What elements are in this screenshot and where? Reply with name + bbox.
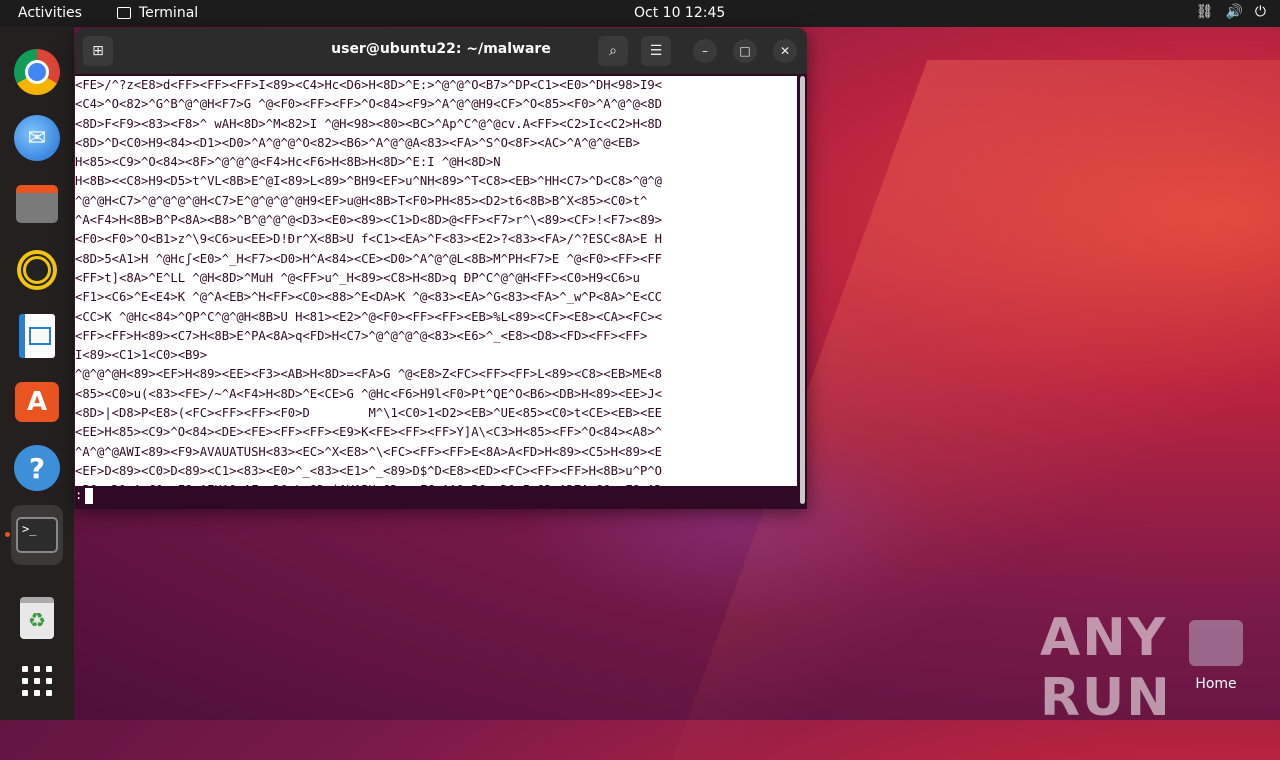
app-center-icon: A bbox=[15, 382, 59, 422]
rhythmbox-icon bbox=[17, 250, 57, 290]
title-bar[interactable]: ⊞ user@ubuntu22: ~/malware ⌕ ☰ – □ ✕ bbox=[75, 28, 807, 74]
dock-chrome[interactable] bbox=[11, 46, 63, 98]
writer-icon bbox=[19, 314, 55, 358]
app-menu[interactable]: Terminal bbox=[117, 5, 198, 21]
trash-icon: ♻ bbox=[20, 597, 54, 639]
hamburger-icon: ☰ bbox=[649, 43, 663, 59]
home-label: Home bbox=[1195, 676, 1237, 692]
thunderbird-icon: ✉ bbox=[14, 115, 60, 161]
prompt-text: : bbox=[75, 488, 83, 502]
terminal-app-icon bbox=[117, 7, 131, 19]
menu-button[interactable]: ☰ bbox=[641, 36, 671, 66]
app-menu-label: Terminal bbox=[139, 5, 199, 21]
dock: ✉ A ? >_ ♻ bbox=[0, 27, 74, 720]
minimize-icon: – bbox=[702, 44, 708, 58]
minimize-button[interactable]: – bbox=[693, 39, 717, 63]
power-icon[interactable]: ⏻ bbox=[1255, 4, 1266, 20]
home-folder-icon bbox=[1189, 620, 1243, 666]
terminal-prompt[interactable]: : bbox=[75, 486, 797, 506]
volume-icon[interactable]: 🔊 bbox=[1225, 4, 1242, 20]
dock-app-center[interactable]: A bbox=[11, 376, 63, 428]
dock-thunderbird[interactable]: ✉ bbox=[11, 112, 63, 164]
scrollbar[interactable] bbox=[800, 76, 805, 504]
maximize-icon: □ bbox=[739, 44, 751, 58]
search-icon: ⌕ bbox=[609, 43, 617, 59]
running-indicator bbox=[5, 532, 10, 537]
text-cursor bbox=[85, 487, 94, 504]
terminal-body[interactable]: <FE>/^?z<E8>d<FF><FF><FF>I<89><C4>Hc<D6>… bbox=[75, 74, 807, 509]
clock[interactable]: Oct 10 12:45 bbox=[634, 5, 725, 21]
dock-writer[interactable] bbox=[11, 310, 63, 362]
system-tray[interactable]: ⛓ 🔊 ⏻ bbox=[1196, 4, 1266, 20]
chrome-icon bbox=[14, 49, 60, 95]
close-button[interactable]: ✕ bbox=[773, 39, 797, 63]
help-icon: ? bbox=[14, 445, 60, 491]
dock-trash[interactable]: ♻ bbox=[11, 592, 63, 644]
dock-files[interactable] bbox=[11, 178, 63, 230]
dock-help[interactable]: ? bbox=[11, 442, 63, 494]
terminal-output: <FE>/^?z<E8>d<FF><FF><FF>I<89><C4>Hc<D6>… bbox=[75, 76, 797, 506]
desktop-home-icon[interactable]: Home bbox=[1186, 620, 1246, 692]
show-apps-icon bbox=[22, 666, 52, 696]
terminal-window[interactable]: ⊞ user@ubuntu22: ~/malware ⌕ ☰ – □ ✕ <FE… bbox=[75, 28, 807, 509]
dock-terminal[interactable]: >_ bbox=[11, 505, 63, 565]
terminal-icon: >_ bbox=[16, 517, 58, 553]
search-button[interactable]: ⌕ bbox=[598, 36, 628, 66]
network-icon[interactable]: ⛓ bbox=[1196, 4, 1214, 20]
maximize-button[interactable]: □ bbox=[733, 39, 757, 63]
files-icon bbox=[16, 185, 58, 223]
top-bar: Activities Terminal Oct 10 12:45 ⛓ 🔊 ⏻ bbox=[0, 0, 1280, 27]
close-icon: ✕ bbox=[779, 44, 791, 58]
dock-show-apps[interactable] bbox=[11, 655, 63, 707]
activities-button[interactable]: Activities bbox=[18, 5, 82, 21]
dock-rhythmbox[interactable] bbox=[11, 244, 63, 296]
